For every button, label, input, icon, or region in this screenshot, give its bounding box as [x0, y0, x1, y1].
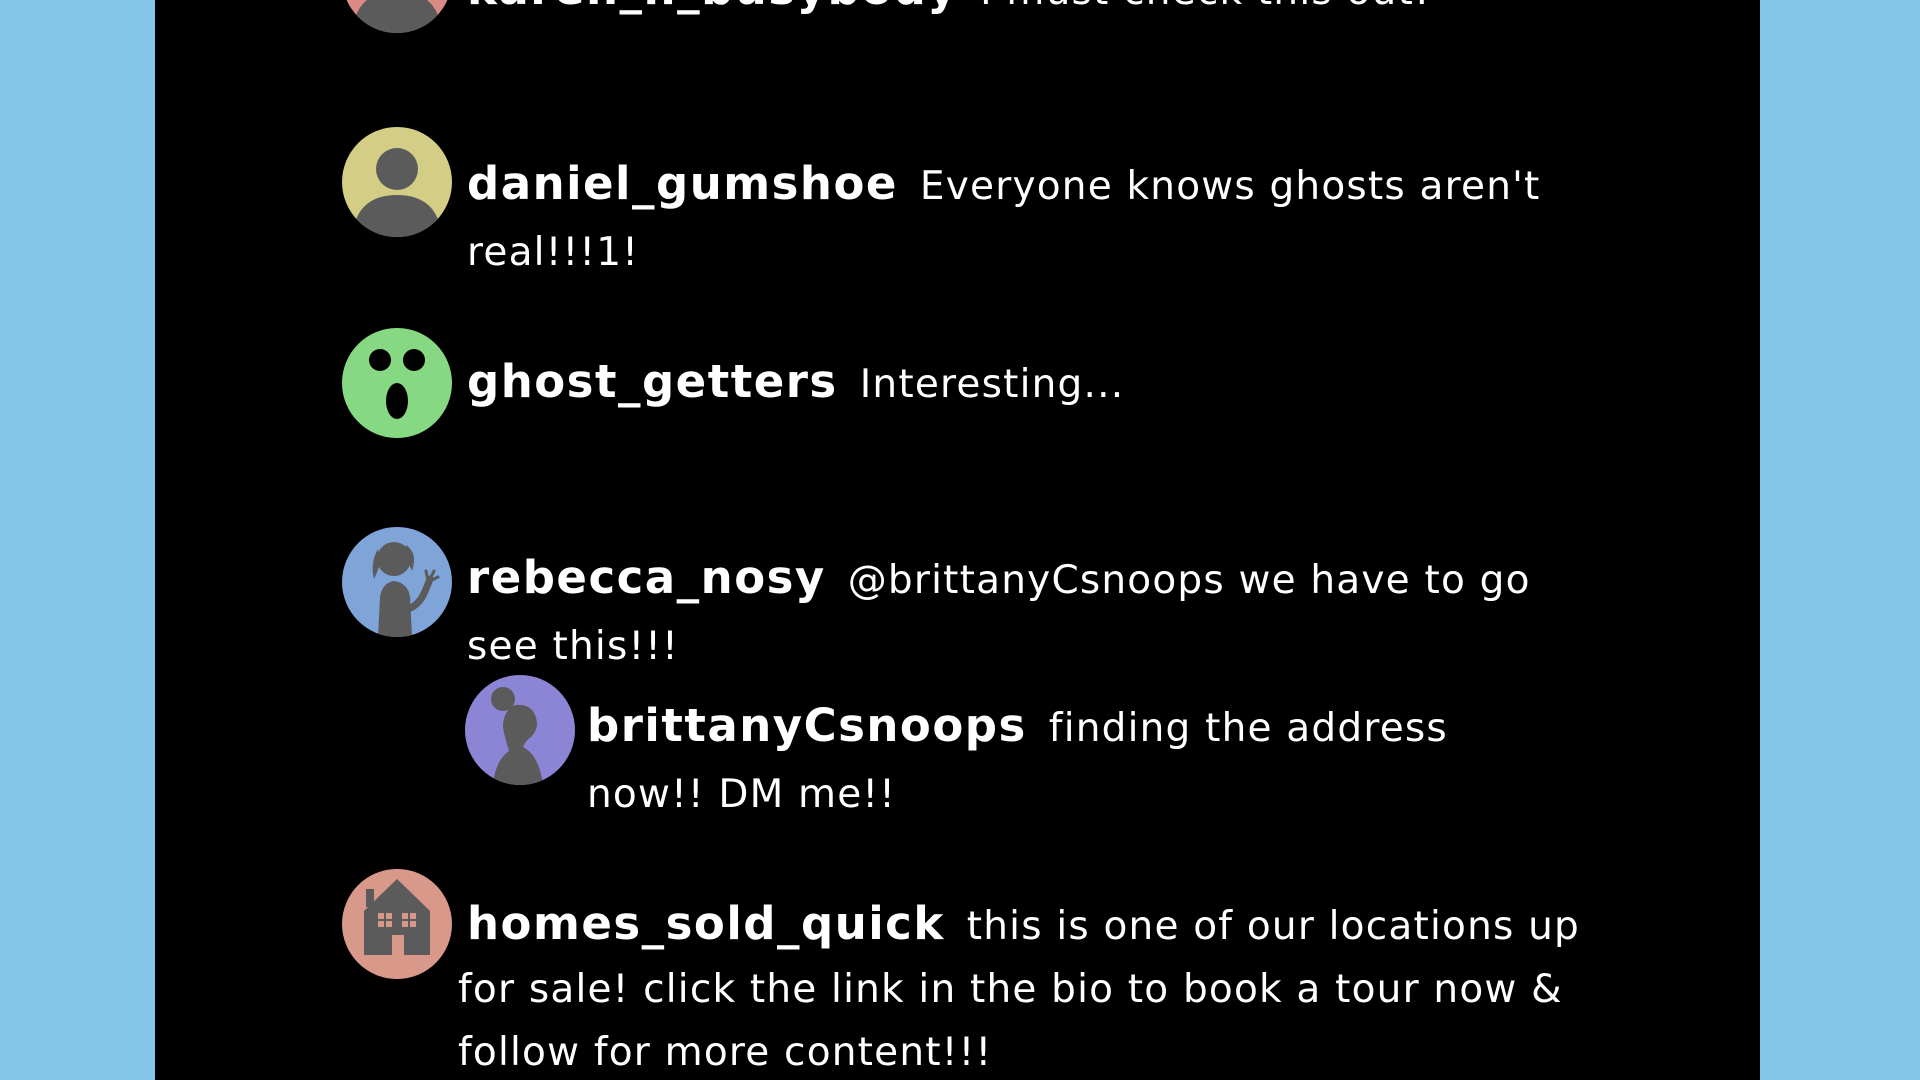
username[interactable]: rebecca_nosy: [467, 551, 826, 604]
comments-panel: karen_h_busybody I must check this out! d…: [155, 0, 1760, 1080]
comment-body: daniel_gumshoe Everyone knows ghosts aren…: [467, 151, 1597, 286]
comment-message: Interesting...: [859, 362, 1125, 407]
comment-body: karen_h_busybody I must check this out!: [467, 0, 1597, 25]
avatar[interactable]: [342, 0, 452, 33]
username[interactable]: homes_sold_quick: [467, 897, 945, 950]
person-icon: [352, 0, 442, 33]
house-icon: [364, 879, 430, 955]
avatar[interactable]: [342, 127, 452, 237]
avatar[interactable]: [342, 328, 452, 438]
username[interactable]: karen_h_busybody: [467, 0, 958, 15]
avatar[interactable]: [465, 675, 575, 785]
ghost-face-icon: [369, 349, 425, 419]
avatar[interactable]: [342, 527, 452, 637]
username[interactable]: daniel_gumshoe: [467, 157, 898, 210]
comment-body: rebecca_nosy @brittanyCsnoops we have to …: [467, 545, 1597, 680]
woman-profile-icon: [491, 687, 543, 785]
comment-body: ghost_getters Interesting...: [467, 349, 1597, 418]
avatar[interactable]: [342, 869, 452, 979]
comment-message: I must check this out!: [980, 0, 1431, 14]
username[interactable]: brittanyCsnoops: [587, 699, 1027, 752]
comment-body: homes_sold_quick this is one of our locat…: [458, 892, 1598, 1080]
person-icon: [352, 148, 442, 237]
woman-waving-icon: [372, 542, 440, 637]
username[interactable]: ghost_getters: [467, 355, 838, 408]
reply-body: brittanyCsnoops finding the address now!!…: [587, 693, 1487, 828]
